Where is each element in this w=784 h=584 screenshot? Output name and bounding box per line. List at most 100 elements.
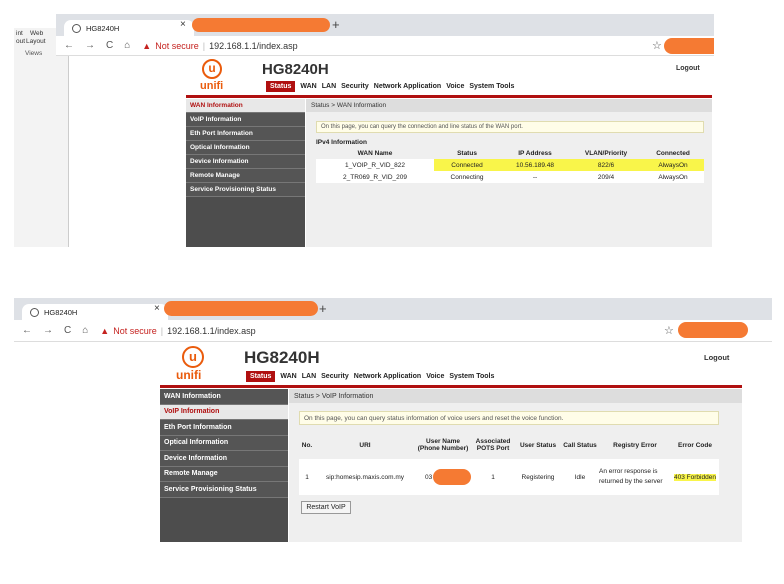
separator: | xyxy=(160,325,164,336)
home-icon[interactable]: ⌂ xyxy=(82,325,88,336)
sidebar-item-voip-information[interactable]: VoIP Information xyxy=(186,113,305,127)
device-model: HG8240H xyxy=(244,348,320,367)
reload-icon[interactable]: C xyxy=(64,325,71,336)
sidebar-item-remote-manage[interactable]: Remote Manage xyxy=(186,169,305,183)
panel-layout[interactable]: Layout xyxy=(26,38,46,45)
sidebar-item-voip-information[interactable]: VoIP Information xyxy=(160,404,288,420)
menu-network-application[interactable]: Network Application xyxy=(354,373,421,380)
address-bar: ← → C ⌂ ▲ Not secure | 192.168.1.1/index… xyxy=(56,36,714,56)
new-tab-button[interactable]: + xyxy=(332,17,340,32)
info-message: On this page, you can query status infor… xyxy=(299,411,719,425)
col-vlan-priority: VLAN/Priority xyxy=(584,150,628,157)
sidebar-item-device-information[interactable]: Device Information xyxy=(186,155,305,169)
router-page: u unifi HG8240H Logout Status WAN LAN Se… xyxy=(186,56,712,247)
table-header-row: No. URI User Name (Phone Number) Associa… xyxy=(299,431,719,459)
phone-prefix: 03 xyxy=(425,473,433,481)
wan-table: WAN Name Status IP Address VLAN/Priority… xyxy=(316,148,704,183)
cell-status: Connected xyxy=(434,159,500,171)
cell-registry-error: An error response is returned by the ser… xyxy=(599,468,663,485)
cell-error-code: 403 Forbidden xyxy=(671,459,719,495)
not-secure-label[interactable]: Not secure xyxy=(113,326,157,336)
restart-voip-button[interactable]: Restart VoIP xyxy=(301,501,351,514)
menu-voice[interactable]: Voice xyxy=(426,373,444,380)
tab-bar: HG8240H × + xyxy=(56,14,714,36)
unifi-logo-text: unifi xyxy=(176,368,202,382)
not-secure-label[interactable]: Not secure xyxy=(155,41,199,51)
sidebar-item-optical-information[interactable]: Optical Information xyxy=(160,435,288,451)
menu-lan[interactable]: LAN xyxy=(322,83,336,90)
cell-wan-name: 1_VOIP_R_VID_822 xyxy=(345,161,405,169)
browser-tab[interactable]: HG8240H xyxy=(64,20,194,36)
sidebar-item-device-information[interactable]: Device Information xyxy=(160,451,288,467)
home-icon[interactable]: ⌂ xyxy=(124,40,130,51)
side-panel: int out Web Layout Views xyxy=(14,28,69,247)
sidebar-item-service-provisioning-status[interactable]: Service Provisioning Status xyxy=(186,183,305,197)
close-icon[interactable]: × xyxy=(154,303,160,314)
col-error-code: Error Code xyxy=(678,441,712,449)
col-no: No. xyxy=(301,441,313,449)
content-area: Status > WAN Information On this page, y… xyxy=(306,99,712,247)
tab-title: HG8240H xyxy=(86,23,120,33)
header-divider xyxy=(160,385,742,388)
router-page: u unifi HG8240H Logout Status WAN LAN Se… xyxy=(160,342,742,542)
new-tab-button[interactable]: + xyxy=(319,301,327,316)
sidebar-item-service-provisioning-status[interactable]: Service Provisioning Status xyxy=(160,482,288,498)
cell-vlan-priority: 822/6 xyxy=(570,159,642,171)
menu-wan[interactable]: WAN xyxy=(300,83,316,90)
cell-user-status: Registering xyxy=(521,473,555,481)
reload-icon[interactable]: C xyxy=(106,40,113,51)
redaction xyxy=(678,322,748,338)
url-field[interactable]: 192.168.1.1/index.asp xyxy=(209,41,298,51)
sidebar-item-wan-information[interactable]: WAN Information xyxy=(186,99,305,113)
forward-icon[interactable]: → xyxy=(85,40,95,51)
menu-security[interactable]: Security xyxy=(321,373,349,380)
menu-voice[interactable]: Voice xyxy=(446,83,464,90)
menu-network-application[interactable]: Network Application xyxy=(374,83,441,90)
col-user-name: User Name (Phone Number) xyxy=(417,438,469,452)
star-icon[interactable]: ☆ xyxy=(652,39,662,52)
header-divider xyxy=(186,95,712,98)
menu-wan[interactable]: WAN xyxy=(280,373,296,380)
table-header-row: WAN Name Status IP Address VLAN/Priority… xyxy=(316,148,704,159)
sidebar-item-optical-information[interactable]: Optical Information xyxy=(186,141,305,155)
breadcrumb: Status > VoIP Information xyxy=(289,389,742,403)
warning-icon[interactable]: ▲ xyxy=(142,41,151,51)
menu-lan[interactable]: LAN xyxy=(302,373,316,380)
star-icon[interactable]: ☆ xyxy=(664,324,674,337)
forward-icon[interactable]: → xyxy=(43,325,53,336)
menu-security[interactable]: Security xyxy=(341,83,369,90)
menu-status[interactable]: Status xyxy=(266,81,296,92)
voip-table: No. URI User Name (Phone Number) Associa… xyxy=(299,431,719,495)
col-uri: URI xyxy=(359,441,371,449)
logout-link[interactable]: Logout xyxy=(676,65,700,72)
menu-status[interactable]: Status xyxy=(246,371,276,382)
cell-wan-name: 2_TR069_R_VID_209 xyxy=(343,173,407,181)
table-row: 1 sip:homesip.maxis.com.my 03 1 Register… xyxy=(299,459,719,495)
cell-uri: sip:homesip.maxis.com.my xyxy=(325,473,405,481)
cell-ip-address: 10.56.189.48 xyxy=(500,159,570,171)
unifi-logo-icon: u xyxy=(202,59,222,79)
sidebar-item-remote-manage[interactable]: Remote Manage xyxy=(160,466,288,482)
back-icon[interactable]: ← xyxy=(22,325,32,336)
menu-system-tools[interactable]: System Tools xyxy=(449,373,494,380)
sidebar-item-eth-port-information[interactable]: Eth Port Information xyxy=(160,420,288,436)
col-status: Status xyxy=(457,150,477,157)
logout-link[interactable]: Logout xyxy=(704,353,729,362)
col-registry-error: Registry Error xyxy=(613,441,657,449)
browser-tab[interactable]: HG8240H xyxy=(22,304,168,320)
warning-icon[interactable]: ▲ xyxy=(100,326,109,336)
separator: | xyxy=(202,40,206,51)
sidebar-item-eth-port-information[interactable]: Eth Port Information xyxy=(186,127,305,141)
main-menu: Status WAN LAN Security Network Applicat… xyxy=(246,371,494,382)
panel-web[interactable]: Web xyxy=(30,30,43,37)
cell-vlan-priority: 209/4 xyxy=(597,173,615,181)
sidebar-item-wan-information[interactable]: WAN Information xyxy=(160,389,288,405)
menu-system-tools[interactable]: System Tools xyxy=(469,83,514,90)
cell-ip-address: -- xyxy=(532,173,538,181)
close-icon[interactable]: × xyxy=(180,19,186,30)
back-icon[interactable]: ← xyxy=(64,40,74,51)
col-pots-port: Associated POTS Port xyxy=(475,438,511,452)
info-message: On this page, you can query the connecti… xyxy=(316,121,704,133)
screenshot-wan: int out Web Layout Views HG8240H × + ← →… xyxy=(14,14,714,247)
url-field[interactable]: 192.168.1.1/index.asp xyxy=(167,326,256,336)
